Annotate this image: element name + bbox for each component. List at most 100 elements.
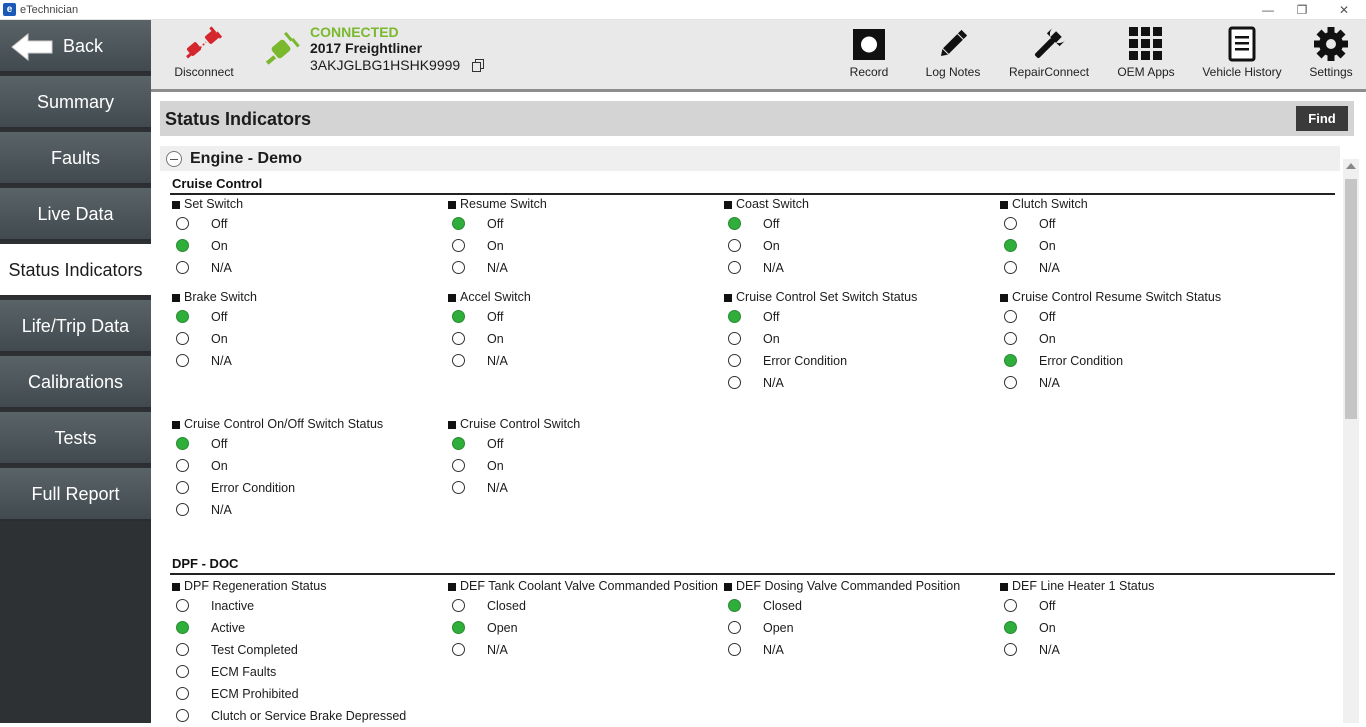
record-button[interactable]: Record [843,26,895,79]
indicator-option: Error Condition [170,477,446,499]
subsection-divider [170,193,1335,195]
indicator-off-icon [176,459,189,472]
indicator-option: Off [170,433,446,455]
status-indicator: Set Switch Off On N/A [170,197,446,279]
minimize-icon[interactable]: — [1258,2,1278,18]
option-label: ECM Faults [211,665,277,679]
indicator-option: Off [446,306,722,328]
indicator-option: N/A [998,257,1274,279]
indicator-option: N/A [446,639,722,661]
option-label: N/A [211,503,232,517]
back-button[interactable]: Back [0,20,151,73]
option-label: On [211,239,228,253]
option-label: Off [763,217,780,231]
indicator-option: Test Completed [170,639,446,661]
indicator-off-icon [452,261,465,274]
status-indicators-panel: Status Indicators Find Engine - Demo Cru… [151,95,1366,723]
indicator-off-icon [1004,261,1017,274]
status-indicator: DEF Tank Coolant Valve Commanded Positio… [446,579,722,661]
indicator-option: Off [722,306,998,328]
indicator-option: Open [722,617,998,639]
indicator-off-icon [1004,376,1017,389]
indicator-option: N/A [170,499,446,521]
status-indicator: DEF Line Heater 1 Status Off On N/A [998,579,1274,661]
collapse-icon[interactable] [166,151,182,167]
option-label: On [1039,621,1056,635]
indicator-option: Clutch or Service Brake Depressed [170,705,446,727]
indicator-option: On [998,617,1274,639]
option-label: Off [487,437,504,451]
indicator-title: DPF Regeneration Status [170,579,446,595]
option-label: On [1039,239,1056,253]
vehicle-history-button[interactable]: Vehicle History [1201,26,1283,79]
indicator-option: Error Condition [722,350,998,372]
settings-button[interactable]: Settings [1307,26,1355,79]
option-label: On [211,332,228,346]
status-indicator: DPF Regeneration Status Inactive Active Tes… [170,579,446,727]
sidebar-item-tests[interactable]: Tests [0,412,151,465]
indicator-option: On [170,455,446,477]
sidebar-item-calibrations[interactable]: Calibrations [0,356,151,409]
log-notes-label: Log Notes [925,65,981,79]
indicator-option: N/A [998,639,1274,661]
indicator-option: On [722,235,998,257]
option-label: On [763,239,780,253]
indicator-on-icon [176,437,189,450]
log-notes-button[interactable]: Log Notes [923,26,983,79]
option-label: N/A [1039,643,1060,657]
indicator-title: Clutch Switch [998,197,1274,213]
restore-icon[interactable]: ❐ [1292,2,1312,18]
indicator-off-icon [452,332,465,345]
vehicle-history-label: Vehicle History [1202,65,1282,79]
sidebar-item-full-report[interactable]: Full Report [0,468,151,521]
indicator-off-icon [728,376,741,389]
status-indicator: Resume Switch Off On N/A [446,197,722,279]
option-label: Off [1039,310,1056,324]
indicator-off-icon [728,643,741,656]
repairconnect-label: RepairConnect [1009,65,1090,79]
option-label: Off [487,310,504,324]
vertical-scrollbar[interactable] [1343,159,1359,723]
option-label: Closed [487,599,526,613]
status-indicator: Brake Switch Off On N/A [170,290,446,372]
indicator-title: DEF Line Heater 1 Status [998,579,1274,595]
indicator-off-icon [176,354,189,367]
document-icon [1228,26,1256,62]
oem-apps-button[interactable]: OEM Apps [1115,26,1177,79]
record-label: Record [849,65,889,79]
group-title: Engine - Demo [190,150,303,167]
sidebar-item-summary[interactable]: Summary [0,76,151,129]
indicator-option: On [170,235,446,257]
disconnect-button[interactable]: Disconnect [173,26,235,79]
option-label: On [487,459,504,473]
option-label: Open [763,621,794,635]
option-label: N/A [763,643,784,657]
toolbar: Disconnect CONNECTED 2017 Freightliner 3… [151,20,1366,92]
option-label: Off [487,217,504,231]
sidebar-item-life-trip-data[interactable]: Life/Trip Data [0,300,151,353]
copy-icon[interactable] [472,59,484,72]
indicator-on-icon [452,437,465,450]
sidebar-item-live-data[interactable]: Live Data [0,188,151,241]
indicator-option: Closed [722,595,998,617]
window-title: eTechnician [20,4,79,16]
option-label: Open [487,621,518,635]
indicator-title: Set Switch [170,197,446,213]
find-button[interactable]: Find [1296,106,1348,131]
option-label: Active [211,621,246,635]
sidebar-item-status-indicators[interactable]: Status Indicators [0,244,151,297]
indicator-off-icon [176,481,189,494]
group-header[interactable]: Engine - Demo [160,146,1340,171]
sidebar-item-faults[interactable]: Faults [0,132,151,185]
close-icon[interactable]: ✕ [1334,2,1354,18]
scroll-up-icon[interactable] [1346,163,1356,169]
wrench-icon [1034,27,1066,59]
option-label: Error Condition [763,354,848,368]
option-label: Off [1039,217,1056,231]
option-label: N/A [763,376,784,390]
scrollbar-thumb[interactable] [1345,179,1357,419]
indicator-option: Off [998,595,1274,617]
repairconnect-button[interactable]: RepairConnect [1009,26,1089,79]
page-title: Status Indicators [165,109,312,129]
indicator-on-icon [1004,354,1017,367]
